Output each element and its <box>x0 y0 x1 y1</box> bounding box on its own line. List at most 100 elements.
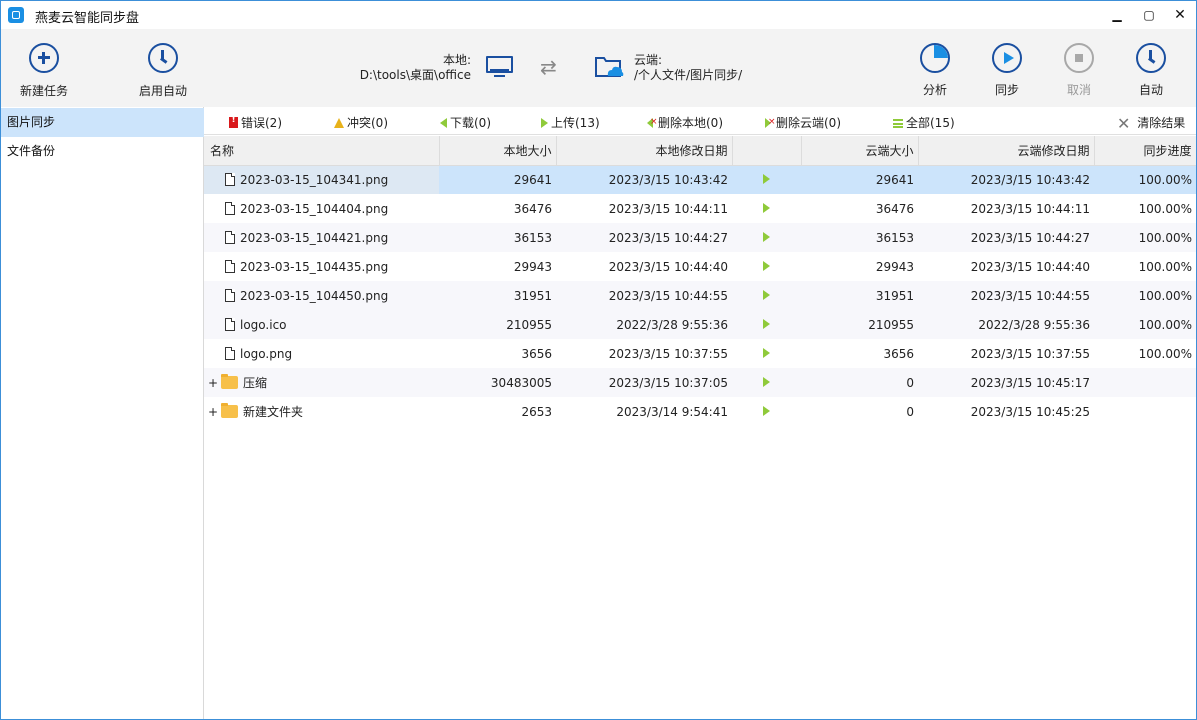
column-header-cloud-date[interactable]: 云端修改日期 <box>918 136 1095 166</box>
cloud-date-cell: 2023/3/15 10:44:40 <box>970 259 1090 274</box>
table-row[interactable]: 2023-03-15_104404.png 36476 2023/3/15 10… <box>204 194 1196 223</box>
action-cell <box>732 397 801 426</box>
local-date-cell: 2023/3/15 10:43:42 <box>556 165 732 194</box>
table-row[interactable]: 2023-03-15_104341.png 29641 2023/3/15 10… <box>204 165 1196 194</box>
clear-results-label: 清除结果 <box>1137 116 1186 130</box>
name-cell: 2023-03-15_104404.png <box>204 194 439 223</box>
action-cell <box>732 252 801 281</box>
filter-download[interactable]: 下载(0) <box>440 114 491 131</box>
column-header-local-date[interactable]: 本地修改日期 <box>556 136 733 166</box>
local-size-cell: 2653 <box>521 404 552 419</box>
file-name: 2023-03-15_104421.png <box>240 230 389 245</box>
task-header: 本地: D:\tools\桌面\office ⇄ 云端: /个人文件/图片同步/… <box>204 29 1196 107</box>
cloud-folder-icon <box>595 57 624 77</box>
table-row[interactable]: logo.png 3656 2023/3/15 10:37:55 3656 20… <box>204 339 1196 368</box>
filter-error[interactable]: 错误(2) <box>229 114 282 131</box>
local-size-cell: 3656 <box>521 346 552 361</box>
table-row[interactable]: logo.ico 210955 2022/3/28 9:55:36 210955… <box>204 310 1196 339</box>
local-date-cell: 2023/3/15 10:44:55 <box>556 281 732 310</box>
name-cell: + 压缩 <box>204 368 439 397</box>
maximize-button[interactable]: ▢ <box>1137 4 1161 26</box>
table-row[interactable]: 2023-03-15_104435.png 29943 2023/3/15 10… <box>204 252 1196 281</box>
upload-arrow-icon <box>541 118 548 128</box>
table-row[interactable]: 2023-03-15_104421.png 36153 2023/3/15 10… <box>204 223 1196 252</box>
close-button[interactable]: ✕ <box>1168 4 1192 26</box>
column-header-action[interactable] <box>732 136 802 166</box>
file-icon <box>225 172 235 186</box>
progress-cell: 100.00% <box>1094 310 1196 339</box>
progress-cell: 100.00% <box>1138 201 1192 216</box>
local-size-cell: 29641 <box>439 165 556 194</box>
cloud-size-cell: 210955 <box>801 310 918 339</box>
task-list: 图片同步 文件备份 <box>1 108 204 166</box>
folder-icon <box>221 403 238 418</box>
upload-arrow-icon <box>763 405 770 416</box>
error-icon <box>229 115 238 128</box>
sync-label: 同步 <box>994 83 1019 97</box>
play-icon <box>992 43 1022 73</box>
file-name: 2023-03-15_104404.png <box>240 201 389 216</box>
cloud-date-cell: 2023/3/15 10:45:25 <box>970 404 1090 419</box>
local-date-cell: 2022/3/28 9:55:36 <box>556 310 732 339</box>
cloud-label: 云端: <box>634 53 663 67</box>
sidebar: 新建任务 启用自动 图片同步 文件备份 <box>1 29 204 719</box>
column-header-local-size[interactable]: 本地大小 <box>439 136 557 166</box>
expand-toggle[interactable]: + <box>208 405 221 419</box>
action-cell <box>732 368 801 397</box>
progress-cell: 100.00% <box>1138 346 1192 361</box>
window-title: 燕麦云智能同步盘 <box>35 11 140 26</box>
new-task-button[interactable]: 新建任务 <box>4 43 84 99</box>
delete-cloud-icon <box>765 118 776 128</box>
filter-all-label: 全部(15) <box>906 116 955 130</box>
column-header-progress[interactable]: 同步进度 <box>1094 136 1196 166</box>
table-row[interactable]: + 新建文件夹 2653 2023/3/14 9:54:41 0 2023/3/1… <box>204 397 1196 426</box>
local-size-cell: 36476 <box>513 201 552 216</box>
cloud-size-cell: 36476 <box>875 201 914 216</box>
upload-arrow-icon <box>763 318 770 329</box>
warning-icon <box>334 118 344 128</box>
table-row[interactable]: + 压缩 30483005 2023/3/15 10:37:05 0 2023/3… <box>204 368 1196 397</box>
analyze-label: 分析 <box>922 83 947 97</box>
column-header-cloud-size[interactable]: 云端大小 <box>801 136 919 166</box>
filter-conflict[interactable]: 冲突(0) <box>334 114 388 131</box>
cancel-button[interactable]: 取消 <box>1051 43 1107 98</box>
upload-arrow-icon <box>763 376 770 387</box>
sync-button[interactable]: 同步 <box>979 43 1035 98</box>
delete-local-icon <box>647 118 658 128</box>
table-row[interactable]: 2023-03-15_104450.png 31951 2023/3/15 10… <box>204 281 1196 310</box>
expand-toggle[interactable]: + <box>208 376 221 390</box>
filter-all[interactable]: 全部(15) <box>893 114 955 131</box>
action-cell <box>732 339 801 368</box>
filter-download-label: 下载(0) <box>450 116 491 130</box>
cloud-size-cell: 0 <box>906 404 914 419</box>
filter-delete-local[interactable]: 删除本地(0) <box>647 114 723 131</box>
table-header-row: 名称 本地大小 本地修改日期 云端大小 云端修改日期 同步进度 <box>204 136 1196 166</box>
minimize-button[interactable]: ▁ <box>1105 4 1129 26</box>
progress-cell: 100.00% <box>1094 281 1196 310</box>
upload-arrow-icon <box>763 173 770 184</box>
file-icon <box>225 230 235 244</box>
progress-cell <box>1094 368 1196 397</box>
analyze-button[interactable]: 分析 <box>907 43 963 98</box>
filter-delete-cloud[interactable]: 删除云端(0) <box>765 114 841 131</box>
clock-icon <box>148 43 178 73</box>
file-icon <box>225 346 235 360</box>
new-task-label: 新建任务 <box>19 84 68 98</box>
sidebar-toolbar: 新建任务 启用自动 <box>1 29 204 107</box>
action-cell <box>732 165 801 194</box>
computer-icon <box>486 56 513 78</box>
clear-results-button[interactable]: ✕ 清除结果 <box>1117 114 1185 133</box>
enable-auto-button[interactable]: 启用自动 <box>123 43 203 99</box>
column-header-name[interactable]: 名称 <box>204 136 440 166</box>
filter-upload[interactable]: 上传(13) <box>541 114 600 131</box>
task-item-image-sync[interactable]: 图片同步 <box>1 108 204 137</box>
cloud-date-cell: 2023/3/15 10:43:42 <box>918 165 1094 194</box>
upload-arrow-icon <box>763 231 770 242</box>
auto-button[interactable]: 自动 <box>1123 43 1179 98</box>
upload-arrow-icon <box>763 347 770 358</box>
file-name: 2023-03-15_104450.png <box>240 288 389 303</box>
action-cell <box>732 194 801 223</box>
task-item-file-backup[interactable]: 文件备份 <box>1 137 204 166</box>
upload-arrow-icon <box>763 289 770 300</box>
filter-upload-label: 上传(13) <box>551 116 600 130</box>
